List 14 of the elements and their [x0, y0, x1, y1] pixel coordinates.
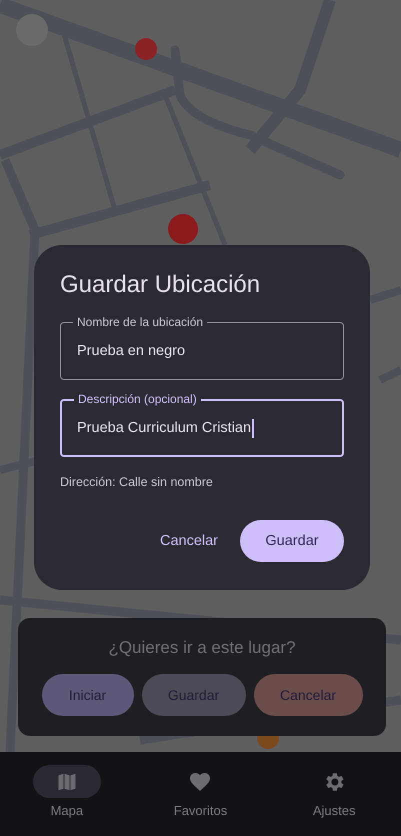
dialog-button[interactable]: Cancelar [160, 520, 218, 562]
field-value: Prueba Curriculum Cristian [77, 420, 252, 436]
dialog-button[interactable]: Guardar [240, 520, 344, 562]
nav-indicator[interactable] [32, 765, 101, 798]
field-value: Prueba en negro [77, 343, 186, 359]
nav-label: Ajustes [312, 803, 356, 818]
nav-label: Mapa [50, 803, 84, 818]
nav-label: Favoritos [174, 803, 228, 818]
address-text: Dirección: Calle sin nombre [60, 475, 214, 489]
field-label: Descripción (opcional) [74, 392, 201, 406]
dialog-title: Guardar Ubicación [60, 271, 262, 299]
prompt-question: ¿Quieres ir a este lugar? [108, 638, 296, 658]
field-label: Nombre de la ubicación [73, 315, 208, 329]
text-cursor [252, 418, 254, 438]
